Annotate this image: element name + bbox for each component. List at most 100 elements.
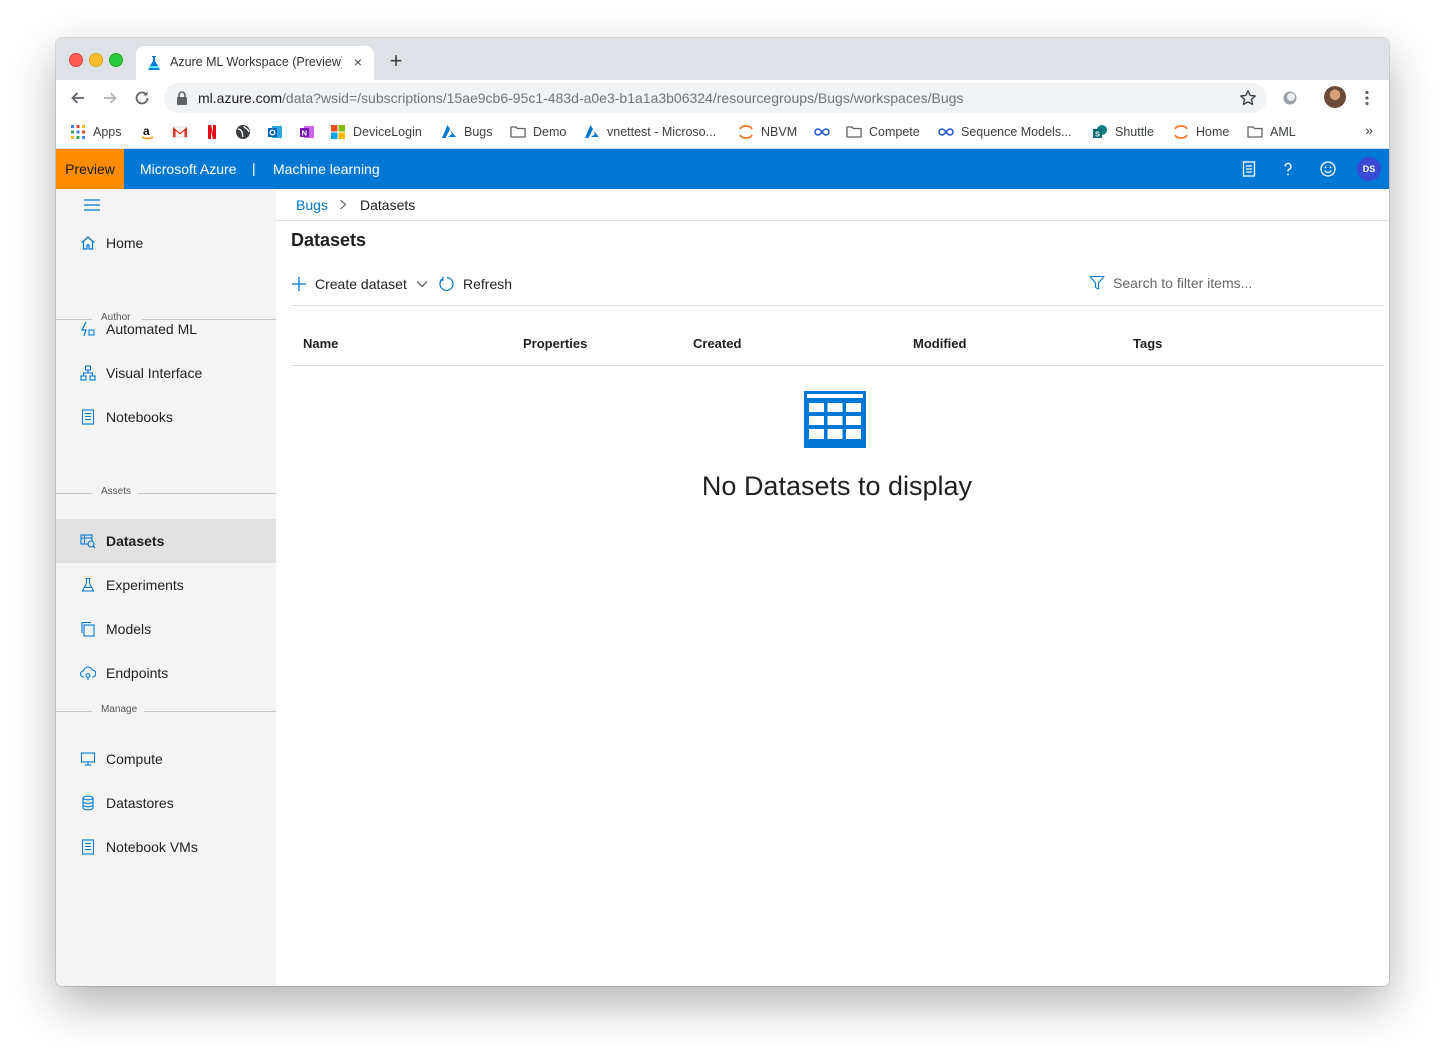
browser-tab[interactable]: Azure ML Workspace (Preview) ×: [136, 46, 374, 80]
bookmark-label: Apps: [93, 125, 122, 139]
nav-item-automated-ml-row[interactable]: Automated ML: [56, 307, 276, 351]
column-header-name[interactable]: Name: [303, 336, 338, 351]
bookmark-demo-folder[interactable]: Demo: [510, 122, 566, 142]
tab-title: Azure ML Workspace (Preview): [170, 55, 342, 69]
breadcrumb: Bugs Datasets: [276, 189, 1389, 221]
nav-item-label: Models: [106, 621, 152, 637]
column-header-created[interactable]: Created: [693, 336, 741, 351]
bookmark-amazon[interactable]: a: [140, 122, 163, 142]
left-nav-sidebar: Home Author Automated ML Visual Interfac…: [56, 189, 276, 986]
infinity-icon: [938, 128, 954, 136]
column-header-tags[interactable]: Tags: [1133, 336, 1162, 351]
command-bar-divider: [291, 305, 1384, 306]
profile-avatar-icon[interactable]: [1324, 86, 1346, 108]
bookmark-label: NBVM: [761, 125, 798, 139]
nav-item-label: Home: [106, 235, 144, 251]
bookmark-shuttle[interactable]: S Shuttle: [1092, 122, 1154, 142]
nav-item-experiments[interactable]: Experiments: [56, 563, 276, 607]
nav-item-notebooks[interactable]: Notebooks: [56, 395, 276, 439]
plus-icon: [292, 277, 306, 291]
sharepoint-icon: S: [1093, 125, 1107, 139]
nav-item-label: Experiments: [106, 577, 184, 593]
bookmark-compete-folder[interactable]: Compete: [846, 122, 920, 142]
bookmark-sequence-models[interactable]: Sequence Models...: [938, 122, 1072, 142]
bookmark-apps[interactable]: Apps: [70, 122, 122, 142]
bookmark-outlook[interactable]: [267, 122, 290, 142]
azure-header: Preview Microsoft Azure | Machine learni…: [56, 149, 1389, 189]
help-icon[interactable]: [1279, 160, 1297, 178]
product-name[interactable]: Machine learning: [273, 161, 380, 177]
bookmark-nbvm[interactable]: NBVM: [738, 122, 797, 142]
user-avatar[interactable]: DS: [1357, 157, 1381, 181]
create-dataset-button[interactable]: Create dataset: [291, 274, 428, 294]
bookmarks-overflow-button[interactable]: »: [1365, 122, 1373, 138]
onenote-icon: N: [300, 126, 314, 138]
reload-icon[interactable]: [132, 88, 152, 108]
header-separator: |: [252, 160, 256, 176]
minimize-window-button[interactable]: [89, 53, 103, 67]
outlook-icon: [268, 126, 282, 138]
chevron-right-icon: [340, 199, 347, 210]
lightning-icon: [81, 321, 95, 337]
nav-item-label: Notebook VMs: [106, 839, 198, 855]
svg-text:S: S: [1095, 130, 1100, 139]
smiley-feedback-icon[interactable]: [1319, 160, 1337, 178]
menu-kebab-icon[interactable]: [1358, 89, 1376, 107]
bookmark-bugs[interactable]: Bugs: [441, 122, 493, 142]
cloud-endpoint-icon: [80, 666, 96, 680]
new-tab-button[interactable]: +: [386, 50, 406, 72]
bookmark-label: vnettest - Microso...: [607, 125, 717, 139]
breadcrumb-workspace-link[interactable]: Bugs: [296, 197, 328, 213]
bookmark-star-icon[interactable]: [1239, 89, 1257, 107]
close-window-button[interactable]: [69, 53, 83, 67]
notebook-vm-icon: [81, 839, 95, 855]
folder-icon: [846, 126, 862, 138]
nav-item-home[interactable]: Home: [56, 221, 276, 265]
nav-item-datasets[interactable]: Datasets: [56, 519, 276, 563]
chevron-down-icon[interactable]: [416, 280, 428, 288]
browser-window: Azure ML Workspace (Preview) × + ml.azur…: [56, 38, 1389, 986]
bookmark-devicelogin[interactable]: DeviceLogin: [330, 122, 422, 142]
nav-item-endpoints[interactable]: Endpoints: [56, 651, 276, 695]
nav-item-compute[interactable]: Compute: [56, 737, 276, 781]
bookmark-netflix[interactable]: [204, 122, 227, 142]
bookmark-label: Sequence Models...: [961, 125, 1072, 139]
bookmark-aml-folder[interactable]: AML: [1247, 122, 1296, 142]
nav-item-models[interactable]: Models: [56, 607, 276, 651]
maximize-window-button[interactable]: [109, 53, 123, 67]
back-arrow-icon[interactable]: [68, 88, 88, 108]
nav-item-visual-interface[interactable]: Visual Interface: [56, 351, 276, 395]
gmail-icon: [172, 126, 188, 138]
globe-icon: [236, 125, 250, 139]
forward-arrow-icon[interactable]: [100, 88, 120, 108]
azure-brand-link[interactable]: Microsoft Azure: [140, 161, 236, 177]
bookmark-home[interactable]: Home: [1173, 122, 1229, 142]
bookmark-infinity[interactable]: [814, 122, 837, 142]
bookmark-vnettest[interactable]: vnettest - Microso...: [584, 122, 716, 142]
refresh-icon: [439, 276, 454, 292]
section-label: Manage: [101, 704, 138, 715]
bookmark-label: Bugs: [464, 125, 493, 139]
bookmark-gmail[interactable]: [172, 122, 195, 142]
document-icon[interactable]: [1240, 160, 1258, 178]
infinity-icon: [814, 128, 830, 136]
hamburger-menu-icon[interactable]: [83, 198, 101, 212]
address-bar[interactable]: ml.azure.com/data?wsid=/subscriptions/15…: [164, 83, 1267, 113]
empty-state-message: No Datasets to display: [701, 471, 973, 501]
search-filter-input[interactable]: [1113, 275, 1313, 291]
column-header-modified[interactable]: Modified: [913, 336, 966, 351]
bookmark-onenote[interactable]: N: [299, 122, 322, 142]
refresh-button[interactable]: Refresh: [439, 274, 512, 294]
nav-item-label: Datasets: [106, 533, 165, 549]
tab-close-icon[interactable]: ×: [350, 54, 366, 70]
url-host: ml.azure.com: [198, 90, 283, 106]
azure-ml-flask-icon: [148, 56, 160, 70]
models-icon: [81, 621, 95, 637]
column-header-properties[interactable]: Properties: [523, 336, 587, 351]
nav-item-datastores[interactable]: Datastores: [56, 781, 276, 825]
extension-icon[interactable]: [1281, 89, 1299, 107]
bookmark-globe[interactable]: [235, 122, 258, 142]
bookmark-label: AML: [1270, 125, 1296, 139]
azure-icon: [585, 125, 599, 138]
nav-item-notebook-vms[interactable]: Notebook VMs: [56, 825, 276, 869]
